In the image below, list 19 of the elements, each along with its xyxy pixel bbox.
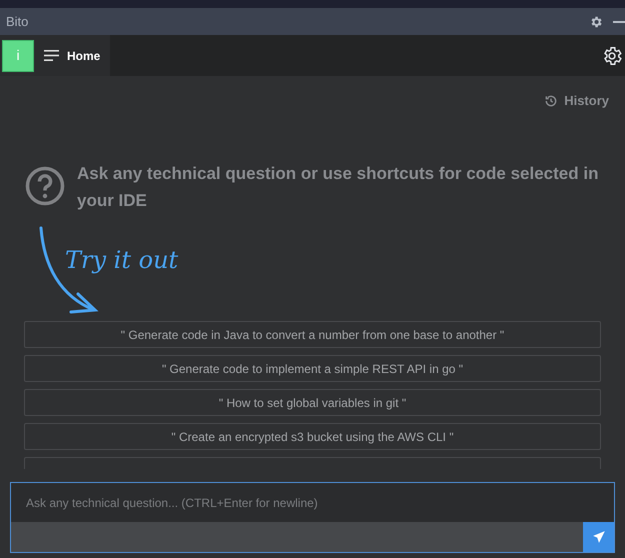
suggestion-button[interactable]: " Generate code in Java to convert a number from one base to another " xyxy=(24,321,601,348)
settings-icon[interactable] xyxy=(601,44,623,66)
avatar: i xyxy=(2,40,34,72)
history-button[interactable]: History xyxy=(544,92,609,110)
window-title: Bito xyxy=(6,12,28,31)
suggestion-button[interactable]: " How to set global variables in git " xyxy=(24,389,601,416)
send-icon xyxy=(592,530,606,544)
settings-icon[interactable] xyxy=(589,14,603,28)
suggestion-button[interactable]: " Generate code to implement a simple REST API in go " xyxy=(24,355,601,382)
suggestion-button[interactable]: " Create an encrypted s3 bucket using the AWS CLI " xyxy=(24,423,601,450)
minimize-icon[interactable] xyxy=(613,20,625,22)
question-input[interactable]: Ask any technical question... (CTRL+Enter for newline) xyxy=(11,483,614,522)
send-button[interactable] xyxy=(583,522,614,552)
home-tab[interactable]: Home xyxy=(44,46,100,64)
menu-icon xyxy=(44,50,59,61)
intro-text: Ask any technical question or use shortcuts for code selected in your IDE xyxy=(77,163,600,212)
try-it-out-text: Try it out xyxy=(65,245,178,276)
help-icon xyxy=(25,166,65,206)
history-icon xyxy=(544,94,558,108)
